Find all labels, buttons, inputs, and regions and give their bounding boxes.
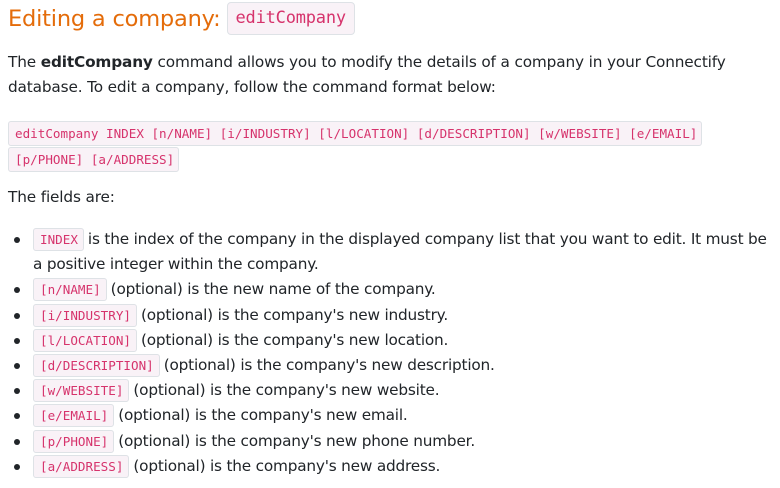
intro-text-before: The xyxy=(8,53,41,71)
field-item-phone: [p/PHONE] (optional) is the company's new… xyxy=(8,429,768,454)
field-item-website: [w/WEBSITE] (optional) is the company's n… xyxy=(8,378,768,403)
document-page: Editing a company: editCompany The editC… xyxy=(0,0,780,488)
field-item-industry: [i/INDUSTRY] (optional) is the company's … xyxy=(8,303,768,328)
field-item-location: [l/LOCATION] (optional) is the company's … xyxy=(8,328,768,353)
field-description: (optional) is the company's new descript… xyxy=(163,356,495,375)
field-code: [w/WEBSITE] xyxy=(33,379,130,403)
field-description: (optional) is the company's new location… xyxy=(141,330,449,349)
heading-text: Editing a company: xyxy=(8,5,221,32)
field-code: [e/EMAIL] xyxy=(33,404,115,428)
heading-command-code: editCompany xyxy=(226,2,355,35)
field-description: (optional) is the company's new email. xyxy=(118,406,408,425)
fields-list: INDEX is the index of the company in the … xyxy=(8,227,768,479)
field-description: (optional) is the new name of the compan… xyxy=(110,280,436,299)
field-description: (optional) is the company's new address. xyxy=(133,456,441,475)
field-description: (optional) is the company's new website. xyxy=(133,381,440,400)
field-item-name: [n/NAME] (optional) is the new name of th… xyxy=(8,277,768,302)
fields-label: The fields are: xyxy=(8,188,115,206)
section-heading: Editing a company: editCompany xyxy=(8,2,355,35)
intro-paragraph: The editCompany command allows you to mo… xyxy=(8,50,748,100)
field-code: [n/NAME] xyxy=(33,278,107,302)
field-item-address: [a/ADDRESS] (optional) is the company's n… xyxy=(8,454,768,479)
field-code: INDEX xyxy=(33,228,84,251)
field-item-description: [d/DESCRIPTION] (optional) is the company… xyxy=(8,353,768,378)
command-format-block: editCompany INDEX [n/NAME] [i/INDUSTRY] … xyxy=(8,120,768,172)
field-code: [i/INDUSTRY] xyxy=(33,303,137,327)
field-description: (optional) is the company's new phone nu… xyxy=(118,431,476,450)
field-description: is the index of the company in the displ… xyxy=(33,230,767,274)
field-code: [l/LOCATION] xyxy=(33,328,137,352)
field-code: [d/DESCRIPTION] xyxy=(33,354,160,378)
field-description: (optional) is the company's new industry… xyxy=(141,305,448,324)
field-item-email: [e/EMAIL] (optional) is the company's new… xyxy=(8,403,768,428)
field-item-index: INDEX is the index of the company in the … xyxy=(8,227,768,277)
field-code: [p/PHONE] xyxy=(33,429,115,453)
field-code: [a/ADDRESS] xyxy=(33,454,130,478)
command-format-code: editCompany INDEX [n/NAME] [i/INDUSTRY] … xyxy=(8,121,703,172)
intro-command-name: editCompany xyxy=(40,53,153,71)
